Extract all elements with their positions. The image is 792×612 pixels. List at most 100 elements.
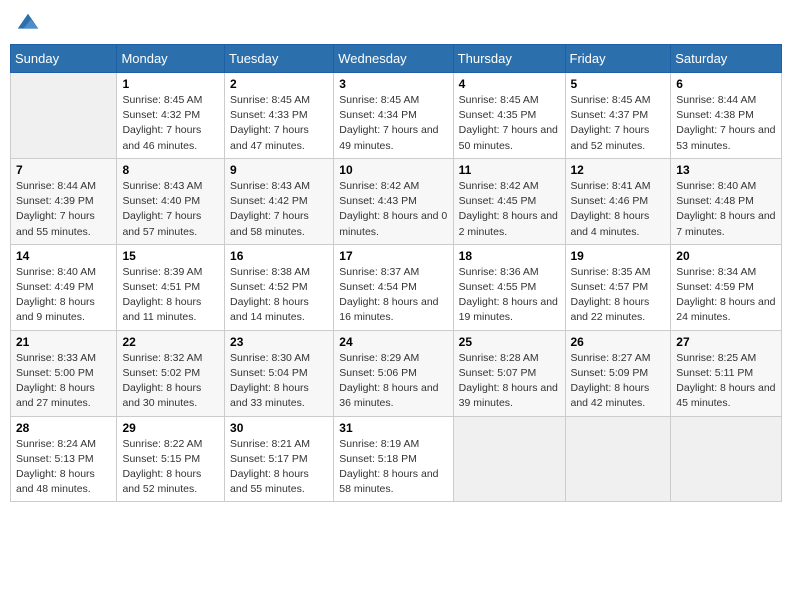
day-number: 9 — [230, 163, 328, 177]
calendar-cell: 22 Sunrise: 8:32 AM Sunset: 5:02 PM Dayl… — [117, 330, 225, 416]
sunset-label: Sunset: 4:49 PM — [16, 281, 94, 293]
sunset-label: Sunset: 5:11 PM — [676, 367, 753, 379]
calendar-week-row: 14 Sunrise: 8:40 AM Sunset: 4:49 PM Dayl… — [11, 244, 782, 330]
sunrise-label: Sunrise: 8:29 AM — [339, 352, 419, 364]
sunrise-label: Sunrise: 8:42 AM — [339, 180, 419, 192]
daylight-label: Daylight: 8 hours and 9 minutes. — [16, 296, 95, 323]
sunset-label: Sunset: 5:02 PM — [122, 367, 200, 379]
day-number: 6 — [676, 77, 776, 91]
cell-info: Sunrise: 8:45 AM Sunset: 4:34 PM Dayligh… — [339, 93, 447, 154]
day-number: 18 — [459, 249, 560, 263]
logo — [14, 10, 44, 38]
sunrise-label: Sunrise: 8:32 AM — [122, 352, 202, 364]
daylight-label: Daylight: 8 hours and 36 minutes. — [339, 382, 438, 409]
calendar-cell: 26 Sunrise: 8:27 AM Sunset: 5:09 PM Dayl… — [565, 330, 671, 416]
sunset-label: Sunset: 4:34 PM — [339, 109, 417, 121]
day-number: 26 — [571, 335, 666, 349]
day-number: 2 — [230, 77, 328, 91]
calendar-cell: 25 Sunrise: 8:28 AM Sunset: 5:07 PM Dayl… — [453, 330, 565, 416]
day-number: 24 — [339, 335, 447, 349]
day-number: 14 — [16, 249, 111, 263]
day-number: 29 — [122, 421, 219, 435]
cell-info: Sunrise: 8:34 AM Sunset: 4:59 PM Dayligh… — [676, 265, 776, 326]
cell-info: Sunrise: 8:28 AM Sunset: 5:07 PM Dayligh… — [459, 351, 560, 412]
cell-info: Sunrise: 8:27 AM Sunset: 5:09 PM Dayligh… — [571, 351, 666, 412]
sunrise-label: Sunrise: 8:45 AM — [571, 94, 651, 106]
cell-info: Sunrise: 8:43 AM Sunset: 4:40 PM Dayligh… — [122, 179, 219, 240]
daylight-label: Daylight: 8 hours and 19 minutes. — [459, 296, 558, 323]
calendar-cell: 27 Sunrise: 8:25 AM Sunset: 5:11 PM Dayl… — [671, 330, 782, 416]
sunrise-label: Sunrise: 8:42 AM — [459, 180, 539, 192]
sunrise-label: Sunrise: 8:35 AM — [571, 266, 651, 278]
weekday-header-thursday: Thursday — [453, 45, 565, 73]
calendar-cell: 13 Sunrise: 8:40 AM Sunset: 4:48 PM Dayl… — [671, 158, 782, 244]
daylight-label: Daylight: 7 hours and 46 minutes. — [122, 124, 201, 151]
cell-info: Sunrise: 8:42 AM Sunset: 4:43 PM Dayligh… — [339, 179, 447, 240]
day-number: 4 — [459, 77, 560, 91]
cell-info: Sunrise: 8:19 AM Sunset: 5:18 PM Dayligh… — [339, 437, 447, 498]
calendar-cell: 10 Sunrise: 8:42 AM Sunset: 4:43 PM Dayl… — [334, 158, 453, 244]
calendar-header-row: SundayMondayTuesdayWednesdayThursdayFrid… — [11, 45, 782, 73]
cell-info: Sunrise: 8:30 AM Sunset: 5:04 PM Dayligh… — [230, 351, 328, 412]
calendar-cell: 8 Sunrise: 8:43 AM Sunset: 4:40 PM Dayli… — [117, 158, 225, 244]
daylight-label: Daylight: 8 hours and 39 minutes. — [459, 382, 558, 409]
daylight-label: Daylight: 8 hours and 24 minutes. — [676, 296, 775, 323]
sunset-label: Sunset: 4:35 PM — [459, 109, 537, 121]
calendar-cell: 7 Sunrise: 8:44 AM Sunset: 4:39 PM Dayli… — [11, 158, 117, 244]
sunrise-label: Sunrise: 8:45 AM — [339, 94, 419, 106]
calendar-cell: 14 Sunrise: 8:40 AM Sunset: 4:49 PM Dayl… — [11, 244, 117, 330]
cell-info: Sunrise: 8:22 AM Sunset: 5:15 PM Dayligh… — [122, 437, 219, 498]
weekday-header-wednesday: Wednesday — [334, 45, 453, 73]
calendar-cell: 29 Sunrise: 8:22 AM Sunset: 5:15 PM Dayl… — [117, 416, 225, 502]
sunset-label: Sunset: 4:38 PM — [676, 109, 754, 121]
daylight-label: Daylight: 8 hours and 58 minutes. — [339, 468, 438, 495]
day-number: 15 — [122, 249, 219, 263]
cell-info: Sunrise: 8:41 AM Sunset: 4:46 PM Dayligh… — [571, 179, 666, 240]
sunset-label: Sunset: 5:17 PM — [230, 453, 308, 465]
sunrise-label: Sunrise: 8:45 AM — [122, 94, 202, 106]
day-number: 31 — [339, 421, 447, 435]
cell-info: Sunrise: 8:25 AM Sunset: 5:11 PM Dayligh… — [676, 351, 776, 412]
cell-info: Sunrise: 8:32 AM Sunset: 5:02 PM Dayligh… — [122, 351, 219, 412]
page-header — [10, 10, 782, 38]
cell-info: Sunrise: 8:38 AM Sunset: 4:52 PM Dayligh… — [230, 265, 328, 326]
day-number: 12 — [571, 163, 666, 177]
cell-info: Sunrise: 8:45 AM Sunset: 4:35 PM Dayligh… — [459, 93, 560, 154]
calendar-week-row: 28 Sunrise: 8:24 AM Sunset: 5:13 PM Dayl… — [11, 416, 782, 502]
day-number: 27 — [676, 335, 776, 349]
daylight-label: Daylight: 8 hours and 55 minutes. — [230, 468, 309, 495]
daylight-label: Daylight: 8 hours and 14 minutes. — [230, 296, 309, 323]
calendar-week-row: 21 Sunrise: 8:33 AM Sunset: 5:00 PM Dayl… — [11, 330, 782, 416]
daylight-label: Daylight: 8 hours and 30 minutes. — [122, 382, 201, 409]
sunset-label: Sunset: 5:13 PM — [16, 453, 94, 465]
day-number: 16 — [230, 249, 328, 263]
sunrise-label: Sunrise: 8:45 AM — [230, 94, 310, 106]
calendar-cell: 20 Sunrise: 8:34 AM Sunset: 4:59 PM Dayl… — [671, 244, 782, 330]
sunrise-label: Sunrise: 8:21 AM — [230, 438, 310, 450]
day-number: 22 — [122, 335, 219, 349]
sunrise-label: Sunrise: 8:40 AM — [16, 266, 96, 278]
cell-info: Sunrise: 8:33 AM Sunset: 5:00 PM Dayligh… — [16, 351, 111, 412]
sunrise-label: Sunrise: 8:27 AM — [571, 352, 651, 364]
sunrise-label: Sunrise: 8:25 AM — [676, 352, 756, 364]
sunset-label: Sunset: 4:57 PM — [571, 281, 649, 293]
weekday-header-monday: Monday — [117, 45, 225, 73]
day-number: 20 — [676, 249, 776, 263]
daylight-label: Daylight: 8 hours and 48 minutes. — [16, 468, 95, 495]
daylight-label: Daylight: 8 hours and 4 minutes. — [571, 210, 650, 237]
daylight-label: Daylight: 8 hours and 27 minutes. — [16, 382, 95, 409]
calendar-cell: 18 Sunrise: 8:36 AM Sunset: 4:55 PM Dayl… — [453, 244, 565, 330]
daylight-label: Daylight: 8 hours and 16 minutes. — [339, 296, 438, 323]
sunset-label: Sunset: 4:32 PM — [122, 109, 200, 121]
cell-info: Sunrise: 8:44 AM Sunset: 4:39 PM Dayligh… — [16, 179, 111, 240]
day-number: 19 — [571, 249, 666, 263]
calendar-cell: 1 Sunrise: 8:45 AM Sunset: 4:32 PM Dayli… — [117, 73, 225, 159]
sunset-label: Sunset: 4:48 PM — [676, 195, 754, 207]
sunrise-label: Sunrise: 8:30 AM — [230, 352, 310, 364]
weekday-header-tuesday: Tuesday — [225, 45, 334, 73]
daylight-label: Daylight: 8 hours and 33 minutes. — [230, 382, 309, 409]
sunset-label: Sunset: 4:37 PM — [571, 109, 649, 121]
cell-info: Sunrise: 8:40 AM Sunset: 4:48 PM Dayligh… — [676, 179, 776, 240]
daylight-label: Daylight: 8 hours and 45 minutes. — [676, 382, 775, 409]
calendar-cell: 23 Sunrise: 8:30 AM Sunset: 5:04 PM Dayl… — [225, 330, 334, 416]
